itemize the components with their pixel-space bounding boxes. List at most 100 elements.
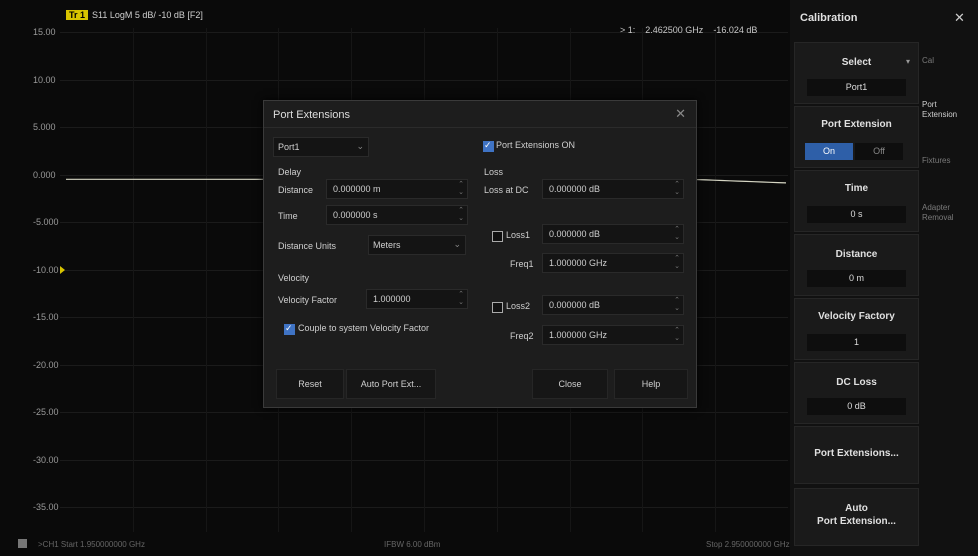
distance-label: Distance — [835, 249, 878, 260]
port-select-value: Port1 — [278, 142, 300, 152]
tab-cal[interactable]: Cal — [922, 56, 934, 66]
time-label: Time — [278, 211, 298, 221]
channel-icon[interactable] — [18, 539, 27, 548]
dialog-title: Port Extensions — [273, 109, 351, 121]
dialog-close-icon[interactable]: ✕ — [675, 106, 686, 122]
spin-arrows-icon[interactable]: ⌃ ⌄ — [458, 181, 464, 197]
loss-section-label: Loss — [484, 167, 504, 177]
spin-arrows-icon[interactable]: ⌃ ⌄ — [674, 226, 680, 242]
calibration-panel: Calibration ✕ Select ▾ Port1 Port Extens… — [790, 0, 978, 556]
port-extensions-dialog-button[interactable]: Port Extensions... — [794, 426, 919, 484]
tab-port-extension[interactable]: Port Extension — [922, 100, 974, 120]
chevron-down-icon: ⌄ — [453, 239, 461, 249]
distance-value: 0.000000 m — [333, 184, 381, 194]
tab-adapter-removal[interactable]: Adapter Removal — [922, 203, 974, 223]
panel-title: Calibration — [800, 12, 858, 24]
trace-label: S11 LogM 5 dB/ -10 dB [F2] — [92, 10, 203, 20]
panel-close-icon[interactable]: ✕ — [954, 10, 965, 26]
distance-value: 0 m — [807, 270, 906, 287]
freq1-value: 1.000000 GHz — [549, 258, 608, 268]
stop-frequency[interactable]: Stop 2.950000000 GHz — [706, 540, 790, 549]
dropdown-arrow-icon: ▾ — [905, 57, 910, 66]
trace-title[interactable]: Tr 1 S11 LogM 5 dB/ -10 dB [F2] — [66, 10, 203, 20]
marker-frequency: 2.462500 GHz — [645, 25, 704, 35]
help-button[interactable]: Help — [614, 369, 688, 399]
loss-at-dc-field[interactable]: 0.000000 dB ⌃ ⌄ — [542, 179, 684, 199]
time-button[interactable]: Time 0 s — [794, 170, 919, 232]
port-extension-label: Port Extension — [821, 119, 892, 130]
freq2-value: 1.000000 GHz — [549, 330, 608, 340]
velocity-section-label: Velocity — [278, 273, 310, 283]
toggle-on[interactable]: On — [805, 143, 853, 160]
dc-loss-button[interactable]: DC Loss 0 dB — [794, 362, 919, 424]
toggle-off[interactable]: Off — [855, 143, 903, 160]
marker-id: > 1: — [620, 25, 636, 35]
tab-fixtures[interactable]: Fixtures — [922, 156, 950, 166]
marker-readout: > 1: 2.462500 GHz -16.024 dB — [620, 25, 767, 35]
loss2-label: Loss2 — [506, 301, 531, 311]
start-frequency[interactable]: >CH1 Start 1.950000000 GHz — [38, 540, 145, 549]
reset-button[interactable]: Reset — [276, 369, 344, 399]
distance-field[interactable]: 0.000000 m ⌃ ⌄ — [326, 179, 468, 199]
auto-port-extension-panel-button[interactable]: Auto Port Extension... — [794, 488, 919, 546]
close-button[interactable]: Close — [532, 369, 608, 399]
spin-arrows-icon[interactable]: ⌃ ⌄ — [458, 207, 464, 223]
distance-units-value: Meters — [373, 240, 401, 250]
distance-units-select[interactable]: Meters ⌄ — [368, 235, 466, 255]
spin-arrows-icon[interactable]: ⌃ ⌄ — [458, 291, 464, 307]
loss1-label: Loss1 — [506, 230, 531, 240]
time-value: 0.000000 s — [333, 210, 378, 220]
loss1-field[interactable]: 0.000000 dB ⌃ ⌄ — [542, 224, 684, 244]
select-value: Port1 — [807, 79, 906, 96]
loss2-field[interactable]: 0.000000 dB ⌃ ⌄ — [542, 295, 684, 315]
velocity-factor-label: Velocity Factor — [278, 295, 338, 305]
freq2-field[interactable]: 1.000000 GHz ⌃ ⌄ — [542, 325, 684, 345]
trace-badge[interactable]: Tr 1 — [66, 10, 89, 20]
marker-value: -16.024 dB — [713, 25, 758, 35]
spin-arrows-icon[interactable]: ⌃ ⌄ — [674, 181, 680, 197]
delay-section-label: Delay — [278, 167, 302, 177]
distance-button[interactable]: Distance 0 m — [794, 234, 919, 296]
freq1-field[interactable]: 1.000000 GHz ⌃ ⌄ — [542, 253, 684, 273]
distance-units-label: Distance Units — [278, 241, 337, 251]
source-power[interactable]: IFBW 6.00 dBm — [384, 540, 440, 549]
velocity-factor-value: 1 — [807, 334, 906, 351]
loss-at-dc-value: 0.000000 dB — [549, 184, 601, 194]
couple-velocity-checkbox[interactable] — [284, 323, 295, 335]
loss2-value: 0.000000 dB — [549, 300, 601, 310]
auto-label: Auto — [845, 503, 868, 514]
port-extensions-on-checkbox[interactable] — [483, 140, 494, 152]
dc-loss-label: DC Loss — [836, 377, 877, 388]
reference-level-marker — [60, 265, 65, 274]
loss1-value: 0.000000 dB — [549, 229, 601, 239]
velocity-factor-label: Velocity Factory — [818, 311, 895, 322]
loss2-checkbox[interactable] — [492, 302, 503, 313]
select-port-button[interactable]: Select ▾ Port1 — [794, 42, 919, 104]
time-field[interactable]: 0.000000 s ⌃ ⌄ — [326, 205, 468, 225]
loss-at-dc-label: Loss at DC — [484, 185, 529, 195]
loss1-checkbox[interactable] — [492, 231, 503, 242]
spin-arrows-icon[interactable]: ⌃ ⌄ — [674, 297, 680, 313]
couple-velocity-label: Couple to system Velocity Factor — [298, 323, 430, 333]
velocity-factor-value: 1.000000 — [373, 294, 411, 304]
port-extensions-on-label: Port Extensions ON — [496, 140, 576, 150]
select-label: Select — [841, 57, 872, 68]
dc-loss-value: 0 dB — [807, 398, 906, 415]
time-value: 0 s — [807, 206, 906, 223]
port-extensions-dialog: Port Extensions ✕ Port1 ⌄ Delay Distance… — [263, 100, 697, 408]
freq1-label: Freq1 — [510, 259, 534, 269]
velocity-factor-button[interactable]: Velocity Factory 1 — [794, 298, 919, 360]
chevron-down-icon: ⌄ — [356, 141, 364, 151]
port-extensions-button-label: Port Extensions... — [814, 448, 899, 459]
velocity-factor-field[interactable]: 1.000000 ⌃ ⌄ — [366, 289, 468, 309]
auto-port-extension-button[interactable]: Auto Port Ext... — [346, 369, 436, 399]
dialog-divider — [264, 127, 696, 128]
port-extension-toggle[interactable]: Port Extension On Off — [794, 106, 919, 168]
spin-arrows-icon[interactable]: ⌃ ⌄ — [674, 327, 680, 343]
distance-label: Distance — [278, 185, 314, 195]
status-bar: >CH1 Start 1.950000000 GHz IFBW 6.00 dBm… — [0, 532, 790, 556]
spin-arrows-icon[interactable]: ⌃ ⌄ — [674, 255, 680, 271]
port-select[interactable]: Port1 ⌄ — [273, 137, 369, 157]
time-label: Time — [844, 183, 869, 194]
port-extension-ellipsis-label: Port Extension... — [817, 516, 896, 527]
